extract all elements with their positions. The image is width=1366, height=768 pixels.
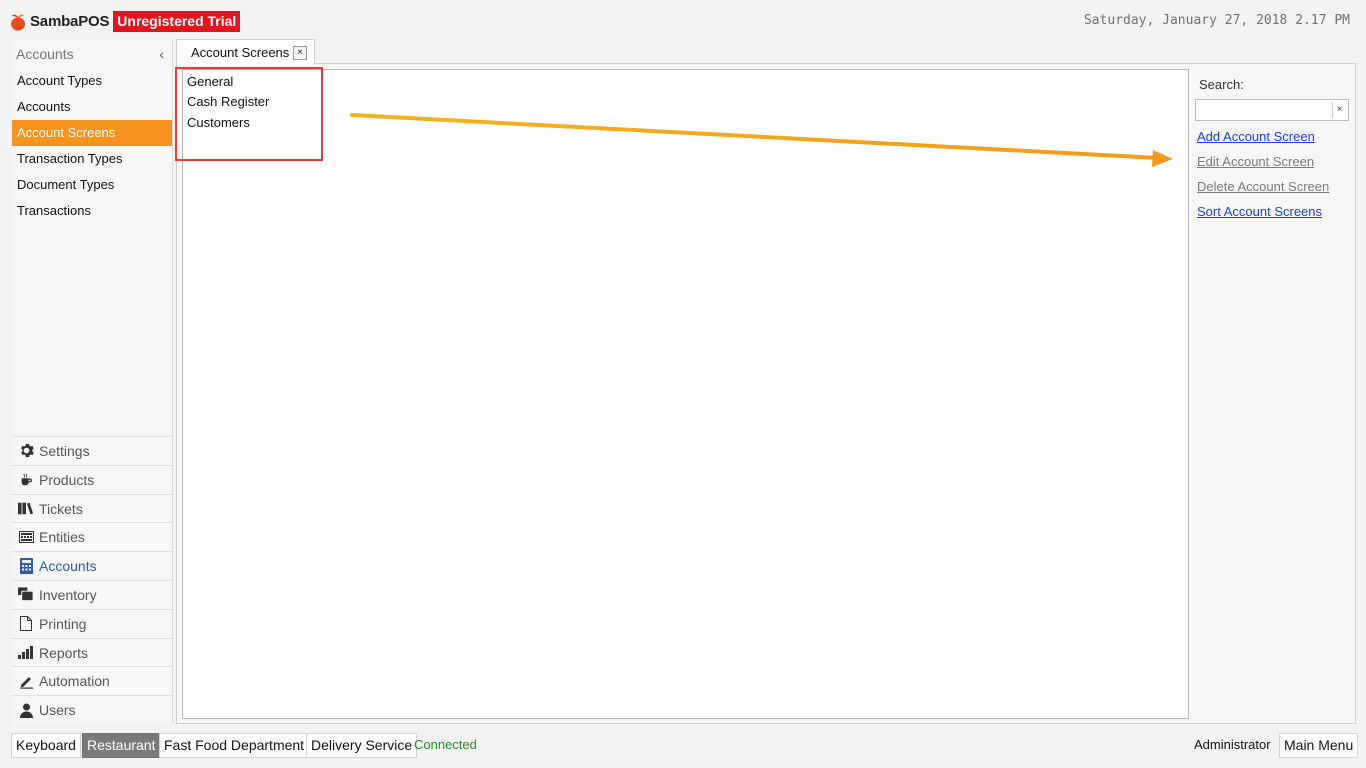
sidebar-item-account-types[interactable]: Account Types: [12, 68, 172, 94]
clear-search-icon[interactable]: ×: [1332, 102, 1346, 118]
restaurant-button[interactable]: Restaurant: [82, 733, 161, 758]
module-tickets[interactable]: Tickets: [12, 493, 173, 523]
samba-logo-icon: [10, 13, 26, 31]
tab-label: Account Screens: [191, 45, 290, 60]
module-label: Inventory: [39, 586, 97, 603]
module-label: Users: [39, 702, 76, 719]
sidebar-item-transactions[interactable]: Transactions: [12, 198, 172, 224]
app-name: SambaPOS: [30, 13, 110, 30]
account-screens-list: General Cash Register Customers: [182, 69, 1189, 719]
module-label: Tickets: [39, 500, 83, 517]
app-logo: SambaPOS Unregistered Trial: [10, 11, 241, 32]
module-label: Automation: [39, 673, 110, 690]
module-entities[interactable]: Entities: [12, 522, 173, 551]
close-icon[interactable]: ×: [293, 46, 307, 60]
module-settings[interactable]: Settings: [12, 436, 173, 465]
document-icon: [18, 616, 34, 632]
delivery-service-button[interactable]: Delivery Service: [306, 733, 418, 758]
fast-food-department-button[interactable]: Fast Food Department: [159, 733, 310, 758]
sort-account-screens-link[interactable]: Sort Account Screens: [1197, 204, 1322, 219]
add-account-screen-link[interactable]: Add Account Screen: [1197, 129, 1315, 144]
module-printing[interactable]: Printing: [12, 608, 173, 638]
sidebar-item-document-types[interactable]: Document Types: [12, 172, 172, 198]
tab-account-screens[interactable]: Account Screens ×: [176, 39, 315, 65]
module-label: Settings: [39, 442, 90, 459]
list-item-customers[interactable]: Customers: [187, 115, 250, 130]
main-menu-button[interactable]: Main Menu: [1279, 733, 1359, 758]
module-inventory[interactable]: Inventory: [12, 580, 173, 609]
module-navigation: Settings Products Tickets Entities Accou…: [12, 436, 173, 724]
search-box: ×: [1195, 99, 1349, 121]
module-products[interactable]: Products: [12, 464, 173, 494]
sidebar-item-accounts[interactable]: Accounts: [12, 94, 172, 120]
module-label: Printing: [39, 615, 87, 632]
sidebar-title: Accounts: [16, 46, 74, 62]
module-label: Products: [39, 471, 95, 488]
module-automation[interactable]: Automation: [12, 666, 173, 695]
module-label: Entities: [39, 529, 85, 546]
datetime-display: Saturday, January 27, 2018 2.17 PM: [1083, 13, 1350, 28]
list-item-general[interactable]: General: [187, 74, 233, 89]
calculator-icon: [18, 558, 34, 575]
status-bar: Keyboard Restaurant Fast Food Department…: [0, 730, 1366, 760]
module-accounts[interactable]: Accounts: [12, 551, 173, 580]
app-header: SambaPOS Unregistered Trial Saturday, Ja…: [0, 0, 1366, 40]
module-label: Reports: [39, 644, 89, 661]
tickets-icon: [18, 501, 34, 517]
connection-status: Connected: [414, 737, 477, 752]
edit-account-screen-link[interactable]: Edit Account Screen: [1197, 154, 1314, 169]
keyboard-button[interactable]: Keyboard: [11, 733, 81, 758]
user-icon: [18, 702, 34, 718]
inventory-icon: [18, 587, 34, 603]
list-item-cash-register[interactable]: Cash Register: [187, 94, 269, 109]
module-label: Accounts: [39, 558, 97, 575]
current-user-label: Administrator: [1194, 737, 1271, 752]
sidebar: Accounts ‹ Account Types Accounts Accoun…: [12, 40, 173, 724]
search-input[interactable]: [1198, 102, 1330, 118]
search-label: Search:: [1199, 77, 1244, 92]
pen-icon: [18, 673, 34, 689]
bar-chart-icon: [18, 645, 34, 661]
delete-account-screen-link[interactable]: Delete Account Screen: [1197, 179, 1329, 194]
sidebar-item-account-screens[interactable]: Account Screens: [12, 120, 172, 146]
keyboard-icon: [18, 529, 34, 545]
coffee-cup-icon: [18, 472, 34, 488]
trial-badge: Unregistered Trial: [113, 11, 241, 32]
gear-icon: [18, 443, 34, 459]
sidebar-menu: Account Types Accounts Account Screens T…: [12, 68, 172, 224]
module-reports[interactable]: Reports: [12, 637, 173, 667]
module-users[interactable]: Users: [12, 695, 173, 724]
collapse-chevron-icon[interactable]: ‹: [159, 46, 164, 62]
sidebar-item-transaction-types[interactable]: Transaction Types: [12, 146, 172, 172]
sidebar-header: Accounts ‹: [12, 40, 172, 68]
